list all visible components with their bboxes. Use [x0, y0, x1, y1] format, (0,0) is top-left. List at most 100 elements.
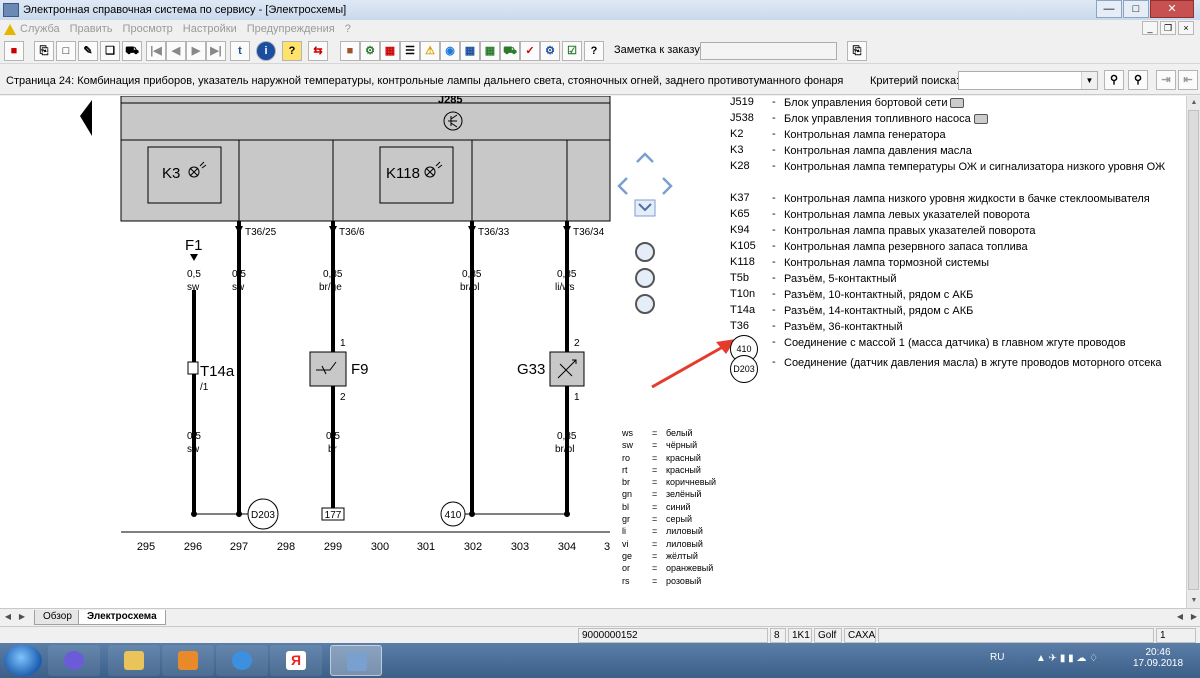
pin-arrow — [190, 254, 198, 261]
menu-warnings[interactable]: Предупреждения — [247, 23, 335, 35]
search-icon[interactable]: ⚲ — [1104, 70, 1124, 90]
order-note-button[interactable]: ⎘ — [847, 41, 867, 61]
tab-scroll-left-icon[interactable]: ◀ — [2, 611, 14, 624]
wire-color: br/bl — [460, 282, 479, 293]
taskbar-elsa-app[interactable] — [330, 645, 382, 676]
pan-up-icon[interactable] — [636, 152, 654, 163]
question-icon[interactable]: ? — [282, 41, 302, 61]
search-criteria-select[interactable]: ▼ — [958, 71, 1098, 90]
manual-icon[interactable]: ▦ — [460, 41, 480, 61]
info-icon[interactable]: i — [256, 41, 276, 61]
hscroll-right-icon[interactable]: ▶ — [1188, 611, 1200, 624]
mdi-close-button[interactable]: × — [1178, 21, 1194, 35]
pan-right-icon[interactable] — [662, 177, 673, 195]
vertical-scrollbar[interactable]: ▲ ▼ — [1186, 96, 1200, 608]
globe-icon[interactable]: ◉ — [440, 41, 460, 61]
color-row: br = коричневый — [622, 477, 717, 488]
menu-help[interactable]: ? — [345, 23, 351, 35]
mdi-minimize-button[interactable]: _ — [1142, 21, 1158, 35]
zoom-in-icon[interactable] — [635, 268, 655, 288]
next-page-icon[interactable]: ▶ — [186, 41, 206, 61]
zoom-fit-icon[interactable] — [635, 242, 655, 262]
taskbar-voice-assistant[interactable] — [48, 645, 100, 676]
f1-label: F1 — [185, 237, 203, 254]
close-button[interactable]: ✕ — [1150, 0, 1194, 18]
import-icon[interactable]: ⇤ — [1178, 70, 1198, 90]
taskbar-explorer[interactable] — [108, 645, 160, 676]
tools-icon[interactable]: ⚙ — [360, 41, 380, 61]
list-icon[interactable]: ☰ — [400, 41, 420, 61]
status-cell: 1K1 — [788, 628, 812, 643]
checklist-icon[interactable]: ☑ — [562, 41, 582, 61]
scroll-down-icon[interactable]: ▼ — [1187, 594, 1200, 608]
tab-overview[interactable]: Обзор — [34, 610, 81, 625]
mdi-restore-button[interactable]: ❐ — [1160, 21, 1176, 35]
menu-service[interactable]: Служба — [20, 23, 60, 35]
minimize-button[interactable]: — — [1096, 0, 1122, 18]
exit-icon[interactable]: ■ — [4, 41, 24, 61]
copy-icon[interactable]: ❏ — [100, 41, 120, 61]
last-page-icon[interactable]: ▶| — [206, 41, 226, 61]
menu-view[interactable]: Просмотр — [123, 23, 173, 35]
edit-document-icon[interactable]: ✎ — [78, 41, 98, 61]
tab-bar: ◀ ▶ Обзор Электросхема ◀ ▶ — [0, 608, 1200, 625]
car-icon[interactable]: ⛟ — [122, 41, 142, 61]
warning-tool-icon[interactable]: ⚠ — [420, 41, 440, 61]
first-page-icon[interactable]: |◀ — [146, 41, 166, 61]
previous-page-icon[interactable]: ◀ — [166, 41, 186, 61]
menu-settings[interactable]: Настройки — [183, 23, 237, 35]
camera-icon[interactable] — [973, 114, 988, 125]
wire-gauge: 0,35 — [557, 269, 577, 280]
wire-color: br/bl — [555, 444, 574, 455]
start-button[interactable] — [4, 645, 42, 676]
hscroll-left-icon[interactable]: ◀ — [1174, 611, 1186, 624]
document-check-icon[interactable]: ✓ — [520, 41, 540, 61]
clock[interactable]: 20:46 17.09.2018 — [1128, 647, 1188, 678]
taskbar-yandex-browser[interactable]: Я — [270, 645, 322, 676]
text-icon[interactable]: t — [230, 41, 250, 61]
zoom-out-icon[interactable] — [635, 294, 655, 314]
parts-icon[interactable]: ■ — [340, 41, 360, 61]
navigation-pad — [613, 148, 677, 218]
tab-schematic[interactable]: Электросхема — [78, 610, 166, 625]
previous-page-arrow-icon[interactable] — [80, 100, 92, 136]
f9-switch — [309, 351, 347, 387]
search-next-icon[interactable]: ⚲ — [1128, 70, 1148, 90]
scroll-up-icon[interactable]: ▲ — [1187, 96, 1200, 110]
taskbar-internet-explorer[interactable] — [216, 645, 268, 676]
track-number: 301 — [417, 541, 435, 553]
wire-gauge: 0,5 — [187, 431, 201, 442]
legend-item: T14a - Разъём, 14-контактный, рядом с АКБ — [730, 304, 974, 317]
taskbar-media-player[interactable] — [162, 645, 214, 676]
tab-scroll-right-icon[interactable]: ▶ — [16, 611, 28, 624]
green-book-icon[interactable]: ▦ — [480, 41, 500, 61]
order-note-input[interactable] — [700, 42, 837, 60]
camera-icon[interactable] — [950, 98, 965, 109]
menu-edit[interactable]: Править — [70, 23, 113, 35]
print-icon[interactable]: ⎘ — [34, 41, 54, 61]
help-document-icon[interactable]: ? — [584, 41, 604, 61]
internet-explorer-icon — [232, 651, 252, 670]
vehicle-icon[interactable]: ⛟ — [500, 41, 520, 61]
legend-item: K94- Контрольная лампа правых указателей … — [730, 224, 1036, 237]
annotation-arrow — [651, 342, 729, 389]
color-row: or = оранжевый — [622, 563, 714, 574]
book-icon[interactable]: ▦ — [380, 41, 400, 61]
ground-d203-label: D203 — [251, 510, 275, 521]
export-icon[interactable]: ⇥ — [1156, 70, 1176, 90]
legend-item: T10n - Разъём, 10-контактный, рядом с АКБ — [730, 288, 974, 301]
pan-down-box[interactable] — [634, 199, 656, 217]
chevron-down-icon[interactable]: ▼ — [1081, 72, 1097, 89]
legend-item: K37- Контрольная лампа низкого уровня жид… — [730, 192, 1150, 205]
color-row: rt = красный — [622, 464, 701, 475]
settings-document-icon[interactable]: ⚙ — [540, 41, 560, 61]
swap-icon[interactable]: ⇆ — [308, 41, 328, 61]
maximize-button[interactable]: □ — [1123, 0, 1149, 18]
language-indicator[interactable]: RU — [990, 652, 1004, 678]
scrollbar-thumb[interactable] — [1188, 110, 1199, 590]
new-document-icon[interactable]: □ — [56, 41, 76, 61]
j285-label: J285 — [438, 96, 462, 106]
pan-left-icon[interactable] — [617, 177, 628, 195]
tray-icons[interactable]: ▲ ✈ ▮ ▮ ☁ ♢ — [1036, 653, 1098, 678]
color-row: vi = лиловый — [622, 538, 703, 549]
